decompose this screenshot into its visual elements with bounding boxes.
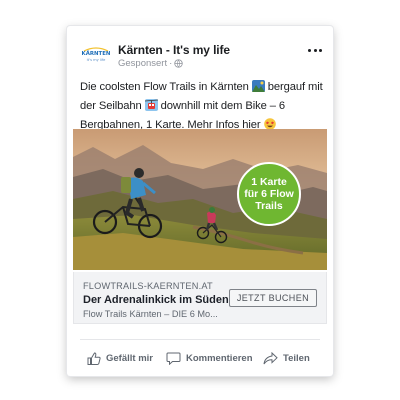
ad-image[interactable]: 1 Karte für 6 Flow Trails xyxy=(73,129,327,270)
post-text: Die coolsten Flow Trails in Kärnten berg… xyxy=(80,79,326,136)
carinthia-logo-icon: KÄRNTEN it's my life xyxy=(81,41,111,67)
badge-line: Trails xyxy=(255,200,283,212)
share-label: Teilen xyxy=(283,352,310,364)
page-name-link[interactable]: Kärnten - It's my life xyxy=(118,43,230,57)
page-logo[interactable]: KÄRNTEN it's my life xyxy=(81,41,111,67)
sponsored-post-card: KÄRNTEN it's my life Kärnten - It's my l… xyxy=(67,26,333,376)
action-bar: Gefällt mir Kommentieren Teilen xyxy=(67,344,333,372)
link-preview[interactable]: FLOWTRAILS-KAERNTEN.AT Der Adrenalinkick… xyxy=(73,272,327,324)
promo-badge: 1 Karte für 6 Flow Trails xyxy=(237,162,301,226)
separator-dot: · xyxy=(169,58,173,69)
dot-icon xyxy=(313,48,317,52)
badge-line: für 6 Flow xyxy=(244,188,294,200)
cable-car-icon xyxy=(144,99,158,117)
globe-icon xyxy=(174,59,183,68)
like-label: Gefällt mir xyxy=(106,352,153,364)
thumbs-up-icon xyxy=(87,351,101,365)
link-domain: FLOWTRAILS-KAERNTEN.AT xyxy=(83,281,213,291)
comment-label: Kommentieren xyxy=(186,352,253,364)
post-text-part: Die coolsten Flow Trails in Kärnten xyxy=(80,81,252,93)
dot-icon xyxy=(319,48,322,52)
svg-text:it's my life: it's my life xyxy=(87,58,106,62)
divider xyxy=(80,339,320,340)
badge-line: 1 Karte xyxy=(251,176,287,188)
sponsored-line: Gesponsert · xyxy=(118,58,183,69)
like-button[interactable]: Gefällt mir xyxy=(87,348,153,368)
share-icon xyxy=(263,351,278,364)
post-header: KÄRNTEN it's my life Kärnten - It's my l… xyxy=(67,26,333,76)
link-title: Der Adrenalinkick im Süden xyxy=(83,294,229,306)
more-options-button[interactable] xyxy=(308,47,322,53)
sponsored-label[interactable]: Gesponsert xyxy=(118,58,167,69)
comment-button[interactable]: Kommentieren xyxy=(166,348,253,368)
comment-icon xyxy=(166,352,181,365)
link-description: Flow Trails Kärnten – DIE 6 Mo... xyxy=(83,309,218,319)
book-now-button[interactable]: JETZT BUCHEN xyxy=(228,289,317,307)
share-button[interactable]: Teilen xyxy=(263,348,310,368)
mountain-photo-icon xyxy=(251,80,265,98)
svg-text:KÄRNTEN: KÄRNTEN xyxy=(82,50,111,57)
dot-icon xyxy=(308,48,311,52)
